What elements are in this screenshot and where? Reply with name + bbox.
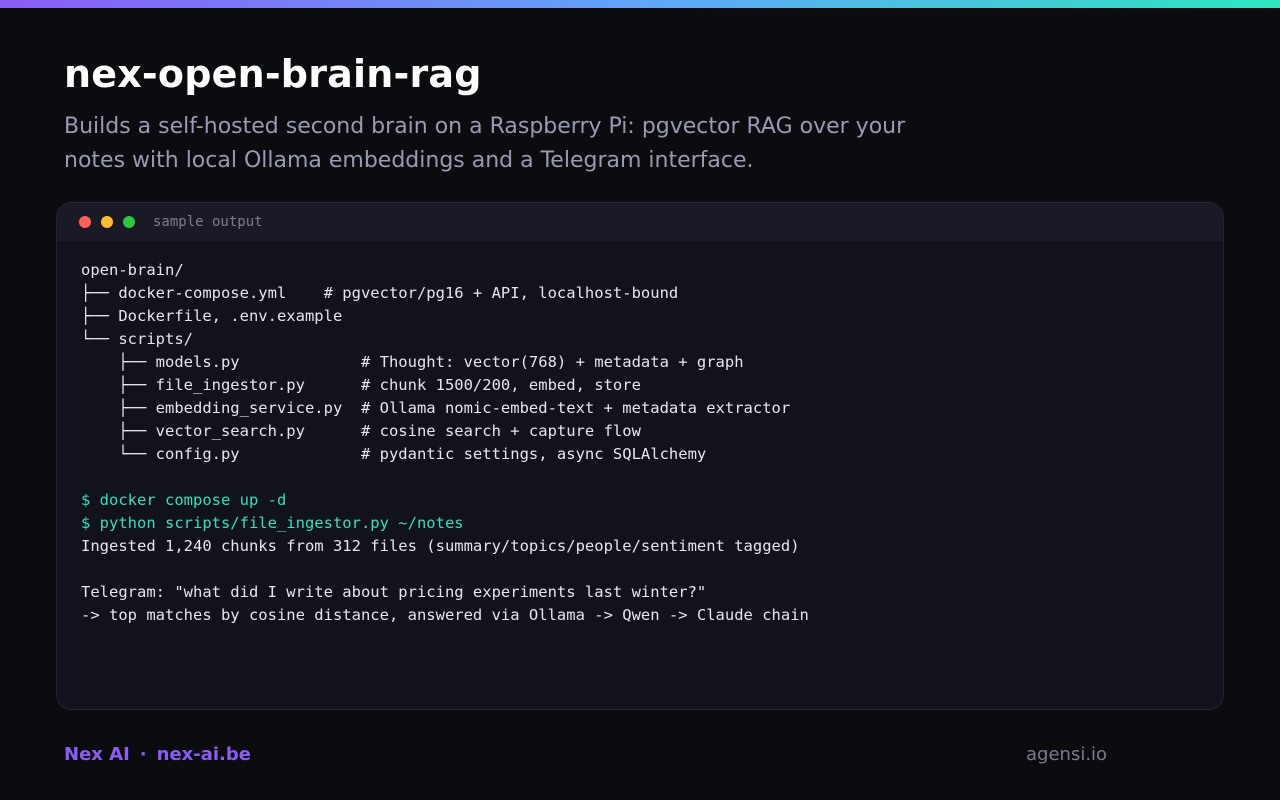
terminal-line: open-brain/ (81, 261, 184, 279)
footer-site-link[interactable]: agensi.io (1026, 744, 1107, 765)
footer-separator: · (139, 744, 147, 765)
brand-site-link[interactable]: nex-ai.be (157, 744, 251, 765)
terminal-line: ├── docker-compose.yml # pgvector/pg16 +… (81, 284, 679, 302)
terminal-line: Telegram: "what did I write about pricin… (81, 583, 707, 601)
page-subtitle: Builds a self-hosted second brain on a R… (64, 114, 906, 173)
terminal-title: sample output (153, 214, 263, 230)
top-gradient-bar (0, 0, 1280, 8)
terminal-line: ├── vector_search.py # cosine search + c… (81, 422, 641, 440)
terminal-body: open-brain/ ├── docker-compose.yml # pgv… (57, 241, 1223, 627)
terminal-line: ├── models.py # Thought: vector(768) + m… (81, 353, 744, 371)
brand-name: Nex AI (64, 744, 130, 765)
terminal-command-line: $ docker compose up -d (81, 491, 287, 509)
terminal-command-line: $ python scripts/file_ingestor.py ~/note… (81, 514, 464, 532)
terminal-header: sample output (57, 203, 1223, 241)
terminal-line: ├── embedding_service.py # Ollama nomic-… (81, 399, 791, 417)
maximize-dot-icon (123, 216, 135, 228)
terminal-line: └── config.py # pydantic settings, async… (81, 445, 707, 463)
close-dot-icon (79, 216, 91, 228)
terminal-line: ├── Dockerfile, .env.example (81, 307, 343, 325)
terminal-line: Ingested 1,240 chunks from 312 files (su… (81, 537, 800, 555)
terminal-line: ├── file_ingestor.py # chunk 1500/200, e… (81, 376, 641, 394)
minimize-dot-icon (101, 216, 113, 228)
terminal-window: sample output open-brain/ ├── docker-com… (56, 202, 1224, 710)
footer-brand: Nex AI · nex-ai.be (64, 744, 251, 765)
terminal-line: └── scripts/ (81, 330, 193, 348)
terminal-line: -> top matches by cosine distance, answe… (81, 606, 809, 624)
page-title: nex-open-brain-rag (64, 52, 482, 96)
